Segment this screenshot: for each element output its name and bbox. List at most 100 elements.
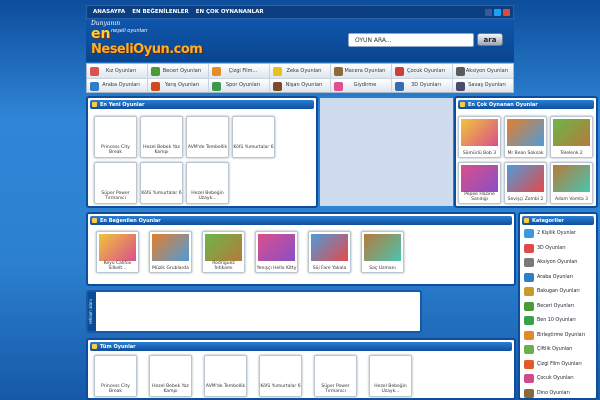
game-card[interactable]: Süi Fare Yakala bbox=[308, 231, 351, 273]
game-card[interactable]: Müzik Grublarda bbox=[149, 231, 192, 273]
game-card[interactable]: Hezel Bebeğin Uzayk... bbox=[369, 355, 412, 397]
sidebar-category-item[interactable]: 3D Oyunları bbox=[524, 243, 596, 254]
game-thumbnail[interactable] bbox=[507, 165, 544, 192]
game-thumbnail[interactable] bbox=[258, 234, 295, 261]
category-item[interactable]: Kız Oyunları bbox=[87, 64, 147, 78]
sidebar-category-item[interactable]: Aksiyon Oyunları bbox=[524, 257, 596, 268]
sidebar-category-item[interactable]: 2 Kişilik Oyunlar bbox=[524, 228, 596, 239]
game-title[interactable]: Keyo Califox Silkelt... bbox=[97, 261, 138, 271]
game-card[interactable]: Mr Bean Soksak bbox=[504, 116, 547, 158]
category-item[interactable]: Spor Oyunları bbox=[209, 78, 269, 92]
game-thumbnail[interactable] bbox=[364, 234, 401, 261]
nav-most-liked[interactable]: EN BEĞENİLENLER bbox=[132, 9, 189, 15]
game-title[interactable]: Köfü Yumurtalar 6 bbox=[260, 384, 301, 389]
game-title[interactable]: Süper Power Tırmanıcı bbox=[95, 191, 136, 201]
category-item[interactable]: Macera Oyunları bbox=[331, 64, 391, 78]
game-title[interactable]: Rodriguez İntikamı bbox=[203, 261, 244, 271]
sidebar-category-item[interactable]: Ben 10 Oyunları bbox=[524, 315, 596, 326]
game-title[interactable]: Sevişçi Zombi 2 bbox=[505, 197, 546, 202]
game-thumbnail[interactable] bbox=[553, 165, 590, 192]
sidebar-category-item[interactable]: Çiftlik Oyunları bbox=[524, 344, 596, 355]
game-card[interactable]: Hezel Bebek Yaz Kampı bbox=[140, 116, 183, 158]
game-title[interactable]: Müzik Grublarda bbox=[150, 266, 191, 271]
sidebar-category-item[interactable]: Beceri Oyunları bbox=[524, 301, 596, 312]
game-title[interactable]: Hezel Bebeğin Uzayk... bbox=[370, 384, 411, 394]
game-title[interactable]: Pepee Hazine Sandığı bbox=[459, 192, 500, 202]
game-card[interactable]: Rodriguez İntikamı bbox=[202, 231, 245, 273]
game-title[interactable]: Mr Bean Soksak bbox=[505, 151, 546, 156]
category-item[interactable]: Beceri Oyunları bbox=[148, 64, 208, 78]
twitter-icon[interactable] bbox=[494, 9, 501, 16]
game-card[interactable]: Princess City Break bbox=[94, 116, 137, 158]
game-card[interactable]: Köfü Yumurtalar 6 bbox=[140, 162, 183, 204]
sidebar-category-item[interactable]: Araba Oyunları bbox=[524, 272, 596, 283]
game-title[interactable]: Hezel Bebek Yaz Kampı bbox=[141, 145, 182, 155]
site-logo[interactable]: Dunyanın en neşeli oyunları NeseliOyun.c… bbox=[89, 20, 203, 60]
game-title[interactable]: AVM'de Tembellik bbox=[205, 384, 246, 389]
game-title[interactable]: Princess City Break bbox=[95, 384, 136, 394]
category-item[interactable]: Savaş Oyunları bbox=[453, 78, 513, 92]
category-item[interactable]: Yarış Oyunları bbox=[148, 78, 208, 92]
sidebar-category-label: Araba Oyunları bbox=[537, 274, 573, 280]
game-thumbnail[interactable] bbox=[99, 234, 136, 261]
game-title[interactable]: Köfü Yumurtalar 6 bbox=[233, 145, 274, 150]
sidebar-category-item[interactable]: Dino Oyunları bbox=[524, 388, 596, 399]
search-button[interactable]: ara bbox=[477, 33, 503, 46]
game-title[interactable]: Adam Vomta 3 bbox=[551, 197, 592, 202]
category-label: Kız Oyunları bbox=[105, 67, 136, 74]
game-card[interactable]: Süper Power Tırmanıcı bbox=[94, 162, 137, 204]
search-input[interactable] bbox=[348, 33, 474, 47]
facebook-icon[interactable] bbox=[485, 9, 492, 16]
category-item[interactable]: Çocuk Oyunları bbox=[392, 64, 452, 78]
game-title[interactable]: Princess City Break bbox=[95, 145, 136, 155]
game-thumbnail[interactable] bbox=[461, 165, 498, 192]
game-card[interactable]: AVM'de Tembellik bbox=[186, 116, 229, 158]
game-thumbnail[interactable] bbox=[553, 119, 590, 146]
game-thumbnail[interactable] bbox=[311, 234, 348, 261]
game-card[interactable]: Adam Vomta 3 bbox=[550, 162, 593, 204]
category-item[interactable]: Araba Oyunları bbox=[87, 78, 147, 92]
sidebar-category-item[interactable]: Çocuk Oyunları bbox=[524, 373, 596, 384]
game-card[interactable]: Sümürlü Bob 3 bbox=[458, 116, 501, 158]
nav-most-played[interactable]: EN ÇOK OYNANANLAR bbox=[196, 9, 264, 15]
game-title[interactable]: Yenışçı Hello Kitty bbox=[256, 266, 297, 271]
game-title[interactable]: Sümürlü Bob 3 bbox=[459, 151, 500, 156]
category-item[interactable]: 3D Oyunları bbox=[392, 78, 452, 92]
nav-home[interactable]: ANASAYFA bbox=[93, 9, 125, 15]
category-label: Aksiyon Oyunları bbox=[465, 67, 509, 74]
game-card[interactable]: AVM'de Tembellik bbox=[204, 355, 247, 397]
sidebar-category-item[interactable]: Birleştirme Oyunları bbox=[524, 330, 596, 341]
category-item[interactable]: Aksiyon Oyunları bbox=[453, 64, 513, 78]
game-card[interactable]: Köfü Yumurtalar 6 bbox=[232, 116, 275, 158]
game-card[interactable]: Köfü Yumurtalar 6 bbox=[259, 355, 302, 397]
game-card[interactable]: Yenışçı Hello Kitty bbox=[255, 231, 298, 273]
category-item[interactable]: Zeka Oyunları bbox=[270, 64, 330, 78]
category-item[interactable]: Çizgi Film... bbox=[209, 64, 269, 78]
game-title[interactable]: Saç Uzmanı bbox=[362, 266, 403, 271]
game-card[interactable]: Saç Uzmanı bbox=[361, 231, 404, 273]
category-item[interactable]: Giydirme bbox=[331, 78, 391, 92]
category-item[interactable]: Nişan Oyunları bbox=[270, 78, 330, 92]
game-title[interactable]: Süper Power Tırmanıcı bbox=[315, 384, 356, 394]
game-card[interactable]: Hezel Bebek Yaz Kampı bbox=[149, 355, 192, 397]
game-thumbnail[interactable] bbox=[461, 119, 498, 146]
sidebar-category-item[interactable]: Çizgi Film Oyunları bbox=[524, 359, 596, 370]
game-card[interactable]: Süper Power Tırmanıcı bbox=[314, 355, 357, 397]
game-title[interactable]: Süi Fare Yakala bbox=[309, 266, 350, 271]
game-card[interactable]: Hezel Bebeğin Uzayk... bbox=[186, 162, 229, 204]
game-card[interactable]: Sevişçi Zombi 2 bbox=[504, 162, 547, 204]
game-title[interactable]: Hezel Bebek Yaz Kampı bbox=[150, 384, 191, 394]
game-thumbnail[interactable] bbox=[152, 234, 189, 261]
game-title[interactable]: Hezel Bebeğin Uzayk... bbox=[187, 191, 228, 201]
game-card[interactable]: Telelenk 2 bbox=[550, 116, 593, 158]
game-card[interactable]: Keyo Califox Silkelt... bbox=[96, 231, 139, 273]
game-thumbnail[interactable] bbox=[205, 234, 242, 261]
game-thumbnail[interactable] bbox=[507, 119, 544, 146]
game-title[interactable]: AVM'de Tembellik bbox=[187, 145, 228, 150]
game-title[interactable]: Köfü Yumurtalar 6 bbox=[141, 191, 182, 196]
sidebar-category-item[interactable]: Bakugan Oyunları bbox=[524, 286, 596, 297]
game-title[interactable]: Telelenk 2 bbox=[551, 151, 592, 156]
game-card[interactable]: Princess City Break bbox=[94, 355, 137, 397]
game-card[interactable]: Pepee Hazine Sandığı bbox=[458, 162, 501, 204]
google-plus-icon[interactable] bbox=[503, 9, 510, 16]
